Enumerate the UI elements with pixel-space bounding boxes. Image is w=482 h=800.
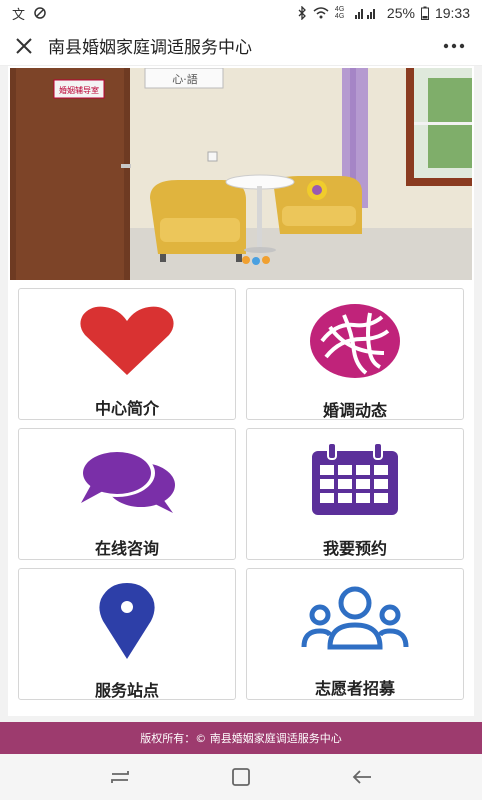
tile-label: 婚调动态 bbox=[322, 401, 387, 420]
home-icon bbox=[232, 768, 250, 786]
clock: 19:33 bbox=[434, 5, 470, 21]
translate-icon: 文 bbox=[12, 7, 26, 23]
banner-room-illustration: 婚姻辅导室 心·語 bbox=[10, 68, 472, 280]
network-globe-icon bbox=[310, 304, 400, 378]
footer-copyright: 版权所有：© 南县婚姻家庭调适服务中心 bbox=[0, 722, 482, 754]
status-right: 4G 4G 25% 19:33 bbox=[297, 5, 470, 21]
banner-image: 婚姻辅导室 心·語 bbox=[10, 68, 472, 280]
tile-center-intro[interactable]: 中心简介 bbox=[18, 288, 236, 420]
tile-label: 我要预约 bbox=[322, 539, 387, 558]
recent-apps-button[interactable] bbox=[100, 757, 140, 797]
back-button[interactable] bbox=[342, 757, 382, 797]
tile-appointment[interactable]: 我要预约 bbox=[246, 428, 464, 560]
tile-label: 中心简介 bbox=[94, 399, 159, 418]
tile-label: 在线咨询 bbox=[94, 539, 159, 558]
wifi-icon bbox=[313, 7, 329, 19]
battery-icon bbox=[420, 6, 429, 20]
door-sign-text: 婚姻辅导室 bbox=[59, 85, 99, 95]
tile-news[interactable]: 婚调动态 bbox=[246, 288, 464, 420]
close-button[interactable] bbox=[12, 34, 36, 58]
home-button[interactable] bbox=[221, 757, 261, 797]
recent-apps-icon bbox=[111, 771, 130, 783]
status-bar: 文 4G 4G 25% 19:33 bbox=[0, 0, 482, 26]
chat-bubbles-icon bbox=[79, 449, 175, 513]
wall-art-text: 心·語 bbox=[172, 72, 198, 86]
signal-icon bbox=[354, 9, 375, 19]
more-dots-icon bbox=[443, 43, 465, 48]
bluetooth-icon bbox=[298, 6, 306, 20]
heart-icon bbox=[80, 306, 174, 375]
tile-service-sites[interactable]: 服务站点 bbox=[18, 568, 236, 700]
tile-label: 服务站点 bbox=[94, 681, 159, 700]
menu-grid: 中心简介 婚调动态 在线咨询 我要预约 服务站点 志愿者招募 bbox=[18, 288, 464, 700]
status-left: 文 bbox=[12, 4, 47, 23]
tile-online-consult[interactable]: 在线咨询 bbox=[18, 428, 236, 560]
calendar-icon bbox=[312, 443, 398, 515]
network-type: 4G 4G bbox=[334, 6, 345, 20]
title-bar: 南县婚姻家庭调适服务中心 bbox=[0, 26, 482, 66]
page-title: 南县婚姻家庭调适服务中心 bbox=[48, 38, 252, 58]
content-area: 婚姻辅导室 心·語 中心简介 婚调动态 在线咨询 我要预约 服务站点 志愿者招募 bbox=[8, 66, 474, 716]
more-menu-button[interactable] bbox=[438, 34, 470, 58]
notification-icon bbox=[34, 7, 46, 19]
map-pin-icon bbox=[99, 583, 155, 659]
tile-volunteer-recruit[interactable]: 志愿者招募 bbox=[246, 568, 464, 700]
close-icon bbox=[16, 37, 32, 54]
battery-percent: 25% bbox=[386, 5, 415, 21]
people-group-icon bbox=[301, 586, 409, 650]
back-arrow-icon bbox=[352, 770, 371, 784]
android-nav-bar bbox=[0, 754, 482, 800]
tile-label: 志愿者招募 bbox=[314, 679, 395, 698]
